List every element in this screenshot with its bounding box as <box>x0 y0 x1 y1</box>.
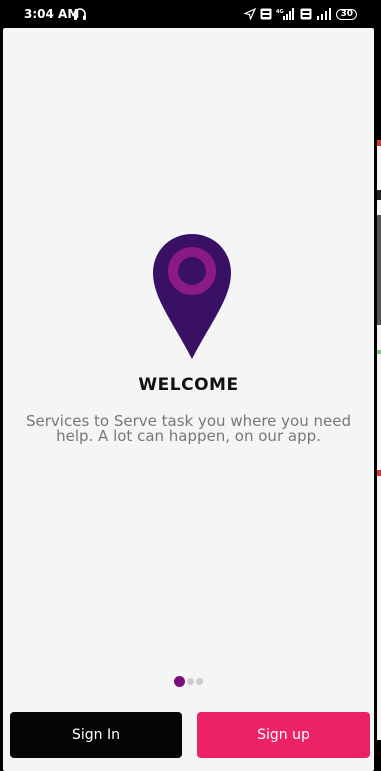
status-bar: 3:04 AM 4G 30 <box>0 0 381 28</box>
svg-text:4G: 4G <box>276 9 284 15</box>
onboarding-page[interactable]: WELCOME Services to Serve task you where… <box>3 28 374 771</box>
volte-icon-2 <box>300 8 312 20</box>
welcome-description: Services to Serve task you where you nee… <box>26 412 351 445</box>
status-time: 3:04 AM <box>24 7 80 21</box>
signal-4g-icon: 4G <box>276 8 295 20</box>
page-dot-active <box>174 676 185 687</box>
headphone-icon <box>74 8 86 20</box>
page-dot <box>196 678 203 685</box>
location-arrow-icon <box>244 8 257 20</box>
sign-in-button[interactable]: Sign In <box>10 712 182 758</box>
battery-icon: 30 <box>336 8 357 20</box>
page-indicator <box>174 676 203 687</box>
next-page-peek <box>377 140 381 740</box>
volte-icon <box>260 8 272 20</box>
location-pin-icon <box>153 234 231 359</box>
status-icons: 4G 30 <box>244 7 357 21</box>
app-screen: 3:04 AM 4G 30 WELCOME Services to Serve … <box>0 0 381 771</box>
signal-icon <box>317 8 332 20</box>
page-dot <box>187 678 194 685</box>
welcome-title: WELCOME <box>138 375 239 395</box>
sign-up-button[interactable]: Sign up <box>197 712 370 758</box>
